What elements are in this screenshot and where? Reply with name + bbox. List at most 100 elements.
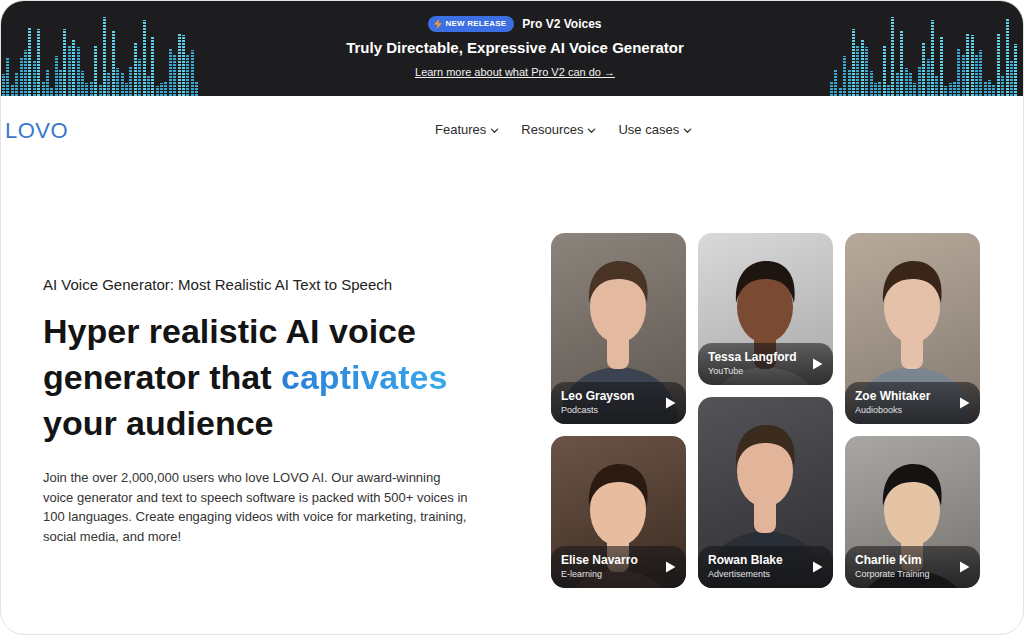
equalizer-bar (129, 67, 132, 96)
equalizer-bar (830, 82, 833, 96)
equalizer-bar (6, 58, 9, 96)
equalizer-bar (191, 50, 194, 96)
equalizer-bar (20, 58, 23, 96)
equalizer-bar (99, 85, 102, 96)
equalizer-bar (962, 54, 965, 96)
equalizer-bar (134, 43, 137, 96)
equalizer-bar (992, 85, 995, 96)
equalizer-bar (147, 75, 150, 96)
voice-use-case: Audiobooks (855, 404, 930, 416)
equalizer-bar (77, 47, 80, 96)
equalizer-bar (927, 59, 930, 96)
equalizer-bar (913, 83, 916, 96)
new-release-badge: NEW RELEASE (428, 16, 514, 32)
voice-caption-text: Rowan BlakeAdvertisements (708, 553, 783, 580)
equalizer-bar (834, 69, 837, 96)
voice-caption-text: Charlie KimCorporate Training (855, 553, 930, 580)
equalizer-bar (997, 34, 1000, 96)
badge-label: NEW RELEASE (445, 18, 506, 30)
equalizer-bar (887, 85, 890, 96)
voice-caption-text: Tessa LangfordYouTube (708, 350, 796, 377)
nav-menu-label: Resources (521, 120, 583, 140)
voice-card[interactable]: Tessa LangfordYouTube (698, 233, 833, 385)
nav-menu-label: Use cases (618, 120, 679, 140)
voice-name: Leo Grayson (561, 389, 634, 404)
equalizer-bar (169, 48, 172, 96)
equalizer-bar (55, 56, 58, 96)
voice-column: Tessa LangfordYouTube Rowan BlakeAdvertis… (698, 233, 833, 588)
voice-use-case: Podcasts (561, 404, 634, 416)
voice-name: Elise Navarro (561, 553, 638, 568)
equalizer-bar (966, 34, 969, 96)
equalizer-bar (164, 81, 167, 96)
equalizer-bar (870, 71, 873, 96)
play-icon[interactable] (665, 561, 676, 573)
voice-card[interactable]: Charlie KimCorporate Training (845, 436, 980, 588)
equalizer-bar (883, 45, 886, 96)
nav-menu: Features Resources Use cases (435, 118, 692, 142)
equalizer-bar (81, 71, 84, 96)
play-icon[interactable] (959, 561, 970, 573)
voice-card[interactable]: Zoe WhitakerAudiobooks (845, 233, 980, 424)
headline-part: captivates (281, 358, 447, 396)
voice-name: Tessa Langford (708, 350, 796, 365)
play-icon[interactable] (812, 358, 823, 370)
nav-menu-item[interactable]: Use cases (618, 118, 692, 142)
equalizer-bar (949, 83, 952, 96)
voice-card[interactable]: Leo GraysonPodcasts (551, 233, 686, 424)
learn-more-link[interactable]: Learn more about what Pro V2 can do → (415, 64, 615, 81)
top-nav: LOVO Features Resources Use cases (1, 96, 1023, 164)
equalizer-bar (944, 86, 947, 96)
equalizer-bar (11, 85, 14, 96)
equalizer-bar (68, 46, 71, 96)
play-icon[interactable] (812, 561, 823, 573)
equalizer-bar (905, 68, 908, 96)
equalizer-bar (865, 47, 868, 96)
equalizer-bar (1010, 60, 1013, 96)
hero-headline: Hyper realistic AI voice generator that … (43, 308, 493, 446)
equalizer-bar (953, 81, 956, 96)
chevron-down-icon (683, 126, 692, 135)
equalizer-bar (121, 72, 124, 96)
equalizer-bar (107, 73, 110, 96)
equalizer-bar (112, 31, 115, 96)
equalizer-bar (125, 83, 128, 96)
banner-headline: Truly Directable, Expressive AI Voice Ge… (346, 37, 684, 60)
equalizer-bar (182, 35, 185, 96)
nav-menu-label: Features (435, 120, 486, 140)
voice-grid: Leo GraysonPodcasts Elise NavarroE-learni… (551, 233, 980, 588)
equalizer-bar (900, 31, 903, 96)
nav-menu-item[interactable]: Resources (521, 118, 596, 142)
logo[interactable]: LOVO (5, 114, 75, 147)
product-name: Pro V2 Voices (522, 15, 601, 33)
equalizer-bar (988, 80, 991, 96)
voice-caption: Elise NavarroE-learning (551, 546, 686, 588)
equalizer-bar (59, 69, 62, 96)
equalizer-bar (1014, 44, 1017, 96)
equalizer-bar (15, 72, 18, 96)
equalizer-bar (138, 59, 141, 96)
voice-use-case: Advertisements (708, 568, 783, 580)
equalizer-bar (173, 54, 176, 96)
equalizer-bar (63, 29, 66, 96)
equalizer-bar (839, 87, 842, 96)
play-icon[interactable] (959, 397, 970, 409)
page: NEW RELEASE Pro V2 Voices Truly Directable… (0, 0, 1024, 635)
equalizer-bar (94, 45, 97, 96)
play-icon[interactable] (665, 397, 676, 409)
chevron-down-icon (490, 126, 499, 135)
equalizer-bar (46, 69, 49, 96)
release-banner: NEW RELEASE Pro V2 Voices Truly Directable… (1, 1, 1023, 96)
voice-card[interactable]: Rowan BlakeAdvertisements (698, 397, 833, 588)
equalizer-bar (116, 68, 119, 96)
equalizer-bar (178, 34, 181, 96)
equalizer-bar (28, 27, 31, 96)
lightning-icon (434, 19, 442, 29)
equalizer-bar (42, 82, 45, 96)
hero-eyebrow: AI Voice Generator: Most Realistic AI Te… (43, 274, 493, 297)
equalizer-bar (931, 20, 934, 96)
voice-name: Rowan Blake (708, 553, 783, 568)
voice-card[interactable]: Elise NavarroE-learning (551, 436, 686, 588)
nav-menu-item[interactable]: Features (435, 118, 499, 142)
voice-name: Charlie Kim (855, 553, 930, 568)
